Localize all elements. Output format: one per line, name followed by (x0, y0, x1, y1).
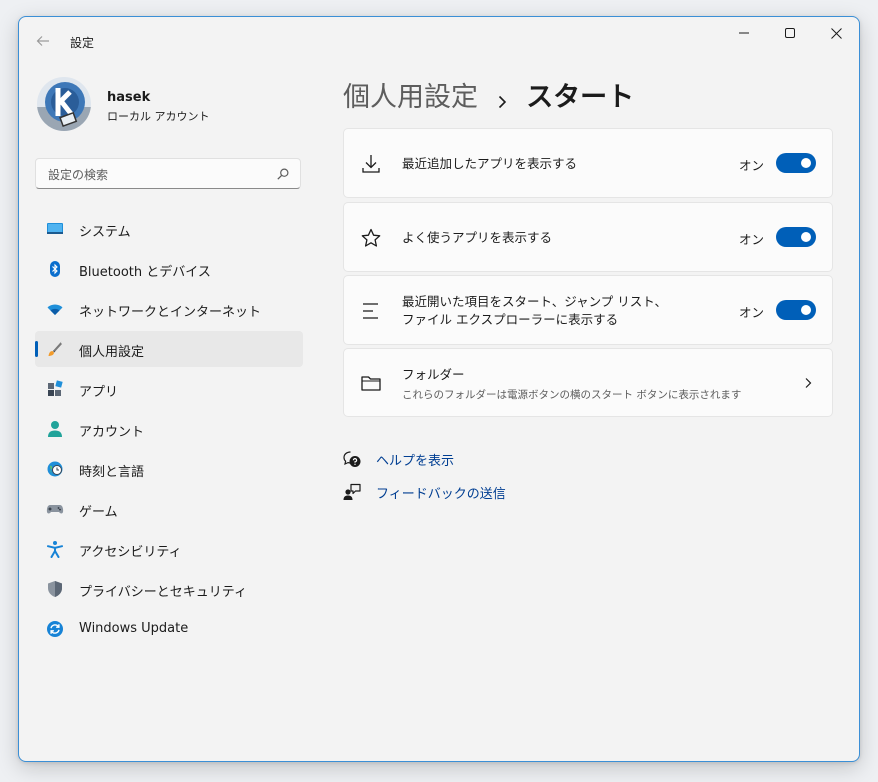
sidebar-item-label: ネットワークとインターネット (79, 305, 262, 320)
sidebar-item-label: Bluetooth とデバイス (79, 265, 211, 280)
search-box[interactable] (35, 158, 301, 189)
sidebar-item-label: アカウント (79, 425, 145, 440)
recent-apps-toggle[interactable] (776, 153, 816, 173)
sidebar-item-apps[interactable]: アプリ (35, 371, 303, 407)
setting-title: フォルダー (402, 367, 465, 382)
person-icon (48, 421, 62, 437)
maximize-icon (785, 28, 795, 38)
page-title: スタート (526, 82, 635, 113)
download-icon (362, 155, 380, 173)
sidebar-item-label: プライバシーとセキュリティ (79, 585, 247, 600)
toggle-state-label: オン (738, 305, 764, 320)
star-icon (361, 228, 381, 247)
brush-icon (48, 341, 62, 356)
app-title: 設定 (70, 36, 95, 50)
sidebar-item-gaming[interactable]: ゲーム (35, 491, 303, 527)
avatar-image-icon (37, 77, 91, 131)
back-button[interactable] (31, 29, 55, 53)
wifi-icon (47, 304, 63, 315)
maximize-button[interactable] (767, 17, 813, 49)
search-icon[interactable] (276, 167, 290, 181)
account-type: ローカル アカウント (107, 110, 210, 123)
sidebar-item-bluetooth[interactable]: Bluetooth とデバイス (35, 251, 303, 287)
setting-folders[interactable]: フォルダー これらのフォルダーは電源ボタンの横のスタート ボタンに表示されます (343, 348, 833, 417)
toggle-state-label: オン (738, 158, 764, 173)
shield-icon (48, 581, 62, 597)
sidebar-item-personalization[interactable]: 個人用設定 (35, 331, 303, 367)
sidebar-item-windows-update[interactable]: Windows Update (35, 611, 303, 647)
sidebar-item-label: アクセシビリティ (79, 545, 182, 560)
minimize-button[interactable] (721, 17, 767, 49)
setting-title: 最近開いた項目をスタート、ジャンプ リスト、 (402, 294, 667, 309)
breadcrumb-parent[interactable]: 個人用設定 (343, 82, 478, 113)
help-link-label[interactable]: ヘルプを表示 (376, 450, 454, 469)
toggle-state-label: オン (738, 232, 764, 247)
sidebar-item-label: ゲーム (79, 505, 118, 520)
title-bar: 設定 (19, 17, 859, 65)
minimize-icon (739, 32, 749, 34)
monitor-icon (47, 223, 63, 234)
folder-icon (361, 376, 381, 391)
setting-recent-items: 最近開いた項目をスタート、ジャンプ リスト、 ファイル エクスプローラーに表示す… (343, 275, 833, 345)
settings-window: 設定 hasek ローカル アカウント 設定の検索 システム Bluetooth… (18, 16, 860, 762)
recent-items-toggle[interactable] (776, 300, 816, 320)
chevron-right-icon (805, 378, 812, 388)
sidebar-item-label: 個人用設定 (79, 345, 145, 360)
sidebar-item-accessibility[interactable]: アクセシビリティ (35, 531, 303, 567)
feedback-icon (343, 483, 361, 500)
sidebar-item-network[interactable]: ネットワークとインターネット (35, 291, 303, 327)
setting-title-line2: ファイル エクスプローラーに表示する (402, 312, 619, 327)
list-icon (363, 303, 378, 319)
close-icon (830, 27, 842, 39)
gamepad-icon (46, 505, 64, 514)
help-icon (343, 451, 361, 467)
sidebar-item-time-language[interactable]: 時刻と言語 (35, 451, 303, 487)
chevron-right-icon (499, 95, 507, 108)
setting-subtitle: これらのフォルダーは電源ボタンの横のスタート ボタンに表示されます (402, 389, 742, 401)
sidebar-item-label: システム (79, 225, 131, 240)
user-name: hasek (107, 90, 151, 105)
accessibility-icon (47, 541, 63, 558)
sidebar-item-label: 時刻と言語 (79, 465, 145, 480)
sidebar-item-accounts[interactable]: アカウント (35, 411, 303, 447)
sidebar-item-label: Windows Update (79, 621, 189, 636)
close-button[interactable] (813, 17, 859, 49)
globe-clock-icon (47, 461, 63, 477)
setting-most-used-apps: よく使うアプリを表示する オン (343, 202, 833, 272)
setting-title: 最近追加したアプリを表示する (402, 156, 578, 171)
sidebar-item-privacy[interactable]: プライバシーとセキュリティ (35, 571, 303, 607)
bluetooth-icon (50, 261, 60, 277)
apps-icon (48, 380, 63, 396)
back-arrow-icon (36, 36, 49, 46)
sidebar-item-label: アプリ (79, 385, 119, 400)
sidebar-item-system[interactable]: システム (35, 211, 303, 247)
setting-recent-apps: 最近追加したアプリを表示する オン (343, 128, 833, 198)
sidebar-nav: システム Bluetooth とデバイス ネットワークとインターネット 個人用設… (35, 211, 303, 651)
breadcrumb: 個人用設定 スタート (343, 75, 634, 115)
search-input[interactable] (46, 164, 270, 186)
update-icon (47, 621, 63, 637)
setting-title: よく使うアプリを表示する (402, 230, 553, 245)
feedback-link-label[interactable]: フィードバックの送信 (376, 483, 506, 502)
most-used-apps-toggle[interactable] (776, 227, 816, 247)
avatar[interactable] (37, 77, 91, 131)
